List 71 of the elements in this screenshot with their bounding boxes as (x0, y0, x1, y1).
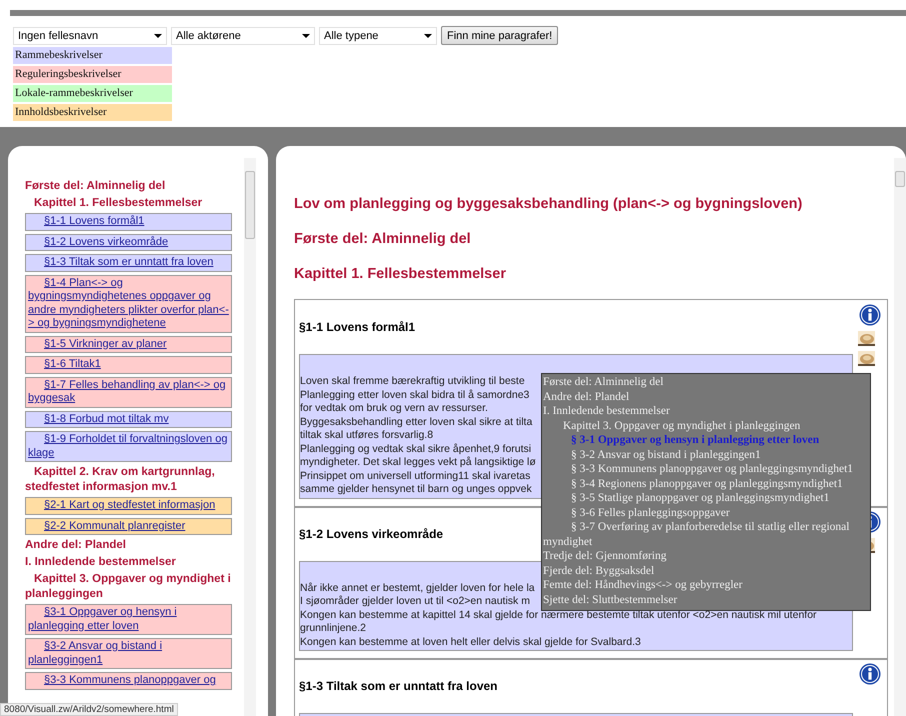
url-tooltip: 8080/Visuall.zw/Arildv2/somewhere.html (0, 703, 178, 716)
menu-item[interactable]: Tredje del: Gjennomføring (543, 549, 869, 564)
info-icon[interactable] (859, 663, 881, 685)
body-text: Når ikke annet er bestemt, gjelder loven for hele la (300, 582, 535, 595)
body-text: Loven skal fremme bærekraftig utvikling til beste (300, 375, 525, 388)
body-text: Kongen kan bestemme at kapittel 14 skal gjelde for nærmere bestemte tiltak utenfor <o2>en nautisk mil utenfor grunnlinjene.2 (300, 608, 818, 636)
content-heading: Kapittel 1. Fellesbestemmelser (294, 266, 507, 283)
nav-item[interactable]: §1-5 Virkninger av planer (25, 336, 232, 353)
nav-item[interactable]: §1-4 Plan<-> og bygningsmyndighetenes oppgaver og andre myndigheters plikter overfor plan<-> og bygningsmyndighetene (25, 274, 232, 332)
nav-item[interactable]: §1-1 Lovens formål1 (25, 213, 232, 230)
legend-item: Reguleringsbeskrivelser (13, 66, 172, 83)
nav-item[interactable]: §1-9 Forholdet til forvaltningsloven og klage (25, 431, 232, 462)
body-text: for vedtak om bruk og vern av ressurser. (300, 402, 488, 416)
nav-heading[interactable]: Kapittel 1. Fellesbestemmelser (25, 196, 232, 211)
dropdown[interactable]: Ingen fellesnavn (13, 26, 167, 44)
nav-item[interactable]: §3-3 Kommunens planoppgaver og (25, 672, 232, 690)
nav-heading[interactable]: I. Innledende bestemmelser (25, 555, 232, 570)
nav-item[interactable]: §1-7 Felles behandling av plan<-> og byggesak (25, 376, 232, 408)
search-button[interactable]: Finn mine paragrafer! (441, 26, 558, 45)
thumbnail-icon[interactable] (858, 351, 875, 366)
caret-icon (424, 34, 432, 38)
section-title: §1-1 Lovens formål1 (299, 319, 416, 336)
nav-item[interactable]: §3-1 Oppgaver og hensyn i planlegging etter loven (25, 604, 232, 635)
nav-item[interactable]: §1-2 Lovens virkeområde (25, 234, 232, 251)
content-heading: Første del: Alminnelig del (294, 231, 472, 248)
nav-item[interactable]: §2-2 Kommunalt planregister (25, 518, 232, 535)
nav-item[interactable]: §2-1 Kart og stedfestet informasjon (25, 497, 232, 514)
menu-item[interactable]: Sjette del: Sluttbestemmelser (543, 592, 869, 607)
scrollbar[interactable] (894, 158, 906, 716)
menu-item[interactable]: Kapittel 3. Oppgaver og myndighet i planleggingen (543, 418, 869, 433)
body-text: Planlegging etter loven skal bidra til å samordne3 (300, 388, 530, 402)
body-text: tiltak skal utføres forsvarlig.8 (300, 429, 434, 442)
caret-icon (302, 34, 310, 38)
section-title: §1-3 Tiltak som er unntatt fra loven (299, 678, 498, 695)
menu-item[interactable]: Første del: Alminnelig del (543, 375, 869, 390)
info-icon[interactable] (859, 304, 881, 326)
section-title: §1-2 Lovens virkeområde (299, 526, 444, 542)
body-text: samme gjelder hensynet til barn og unges oppvek (300, 483, 532, 496)
nav-heading[interactable]: Kapittel 3. Oppgaver og myndighet i planleggingen (25, 572, 232, 602)
dropdown[interactable]: Alle aktørene (171, 26, 315, 44)
legend-item: Rammebeskrivelser (13, 47, 172, 64)
content-heading: Lov om planlegging og byggesaksbehandling (plan<-> og bygningsloven) (294, 196, 804, 213)
menu-item[interactable]: § 3-7 Overføring av planforberedelse til statlig eller regional myndighet (543, 520, 869, 549)
nav-item[interactable]: §1-6 Tiltak1 (25, 356, 232, 374)
scrollbar[interactable] (244, 158, 256, 716)
body-text: Byggesaksbehandling etter loven skal sikre at tilta (300, 416, 532, 429)
caret-icon (154, 34, 162, 38)
thumbnail-icon[interactable] (858, 331, 875, 346)
menu-item[interactable]: § 3-5 Statlige planoppgaver og planleggingsmyndighet1 (543, 491, 869, 506)
menu-item[interactable]: Andre del: Plandel (543, 390, 869, 404)
nav-heading[interactable]: Første del: Alminnelig del (25, 179, 232, 194)
dropdown[interactable]: Alle typene (319, 26, 437, 44)
body-text: I sjøområder gjelder loven ut til <o2>en nautisk m (300, 595, 530, 608)
body-text: Prinsippet om universell utforming11 skal ivaretas (300, 470, 530, 483)
body-text: myndigheter. Det skal legges vekt på langsiktige lø (300, 456, 536, 470)
nav-item[interactable]: §3-2 Ansvar og bistand i planleggingen1 (25, 638, 232, 669)
menu-item[interactable]: Femte del: Håndhevings<-> og gebyrregler (543, 578, 869, 592)
nav-item[interactable]: §1-8 Forbud mot tiltak mv (25, 410, 232, 428)
menu-item[interactable]: § 3-6 Felles planleggingsoppgaver (543, 506, 869, 520)
body-text: Kongen kan bestemme at loven helt eller delvis skal gjelde for Svalbard.3 (300, 636, 641, 649)
menu-item[interactable]: I. Innledende bestemmelser (543, 404, 869, 418)
menu-item[interactable]: § 3-4 Regionens planoppgaver og planleggingsmyndighet1 (543, 476, 869, 491)
legend-item: Innholdsbeskrivelser (13, 104, 172, 121)
nav-heading[interactable]: Andre del: Plandel (25, 538, 232, 553)
nav-item[interactable]: §1-3 Tiltak som er unntatt fra loven (25, 254, 232, 272)
menu-item[interactable]: § 3-3 Kommunens planoppgaver og planleggingsmyndighet1 (543, 462, 869, 476)
legend-item: Lokale-rammebeskrivelser (13, 85, 172, 102)
nav-heading[interactable]: Kapittel 2. Krav om kartgrunnlag, stedfestet informasjon mv.1 (25, 465, 232, 495)
menu-item[interactable]: § 3-2 Ansvar og bistand i planleggingen1 (543, 448, 869, 462)
menu-item[interactable]: Fjerde del: Byggsaksdel (543, 564, 869, 578)
body-text: Planlegging og vedtak skal sikre åpenhet,9 forutsi (300, 442, 532, 456)
